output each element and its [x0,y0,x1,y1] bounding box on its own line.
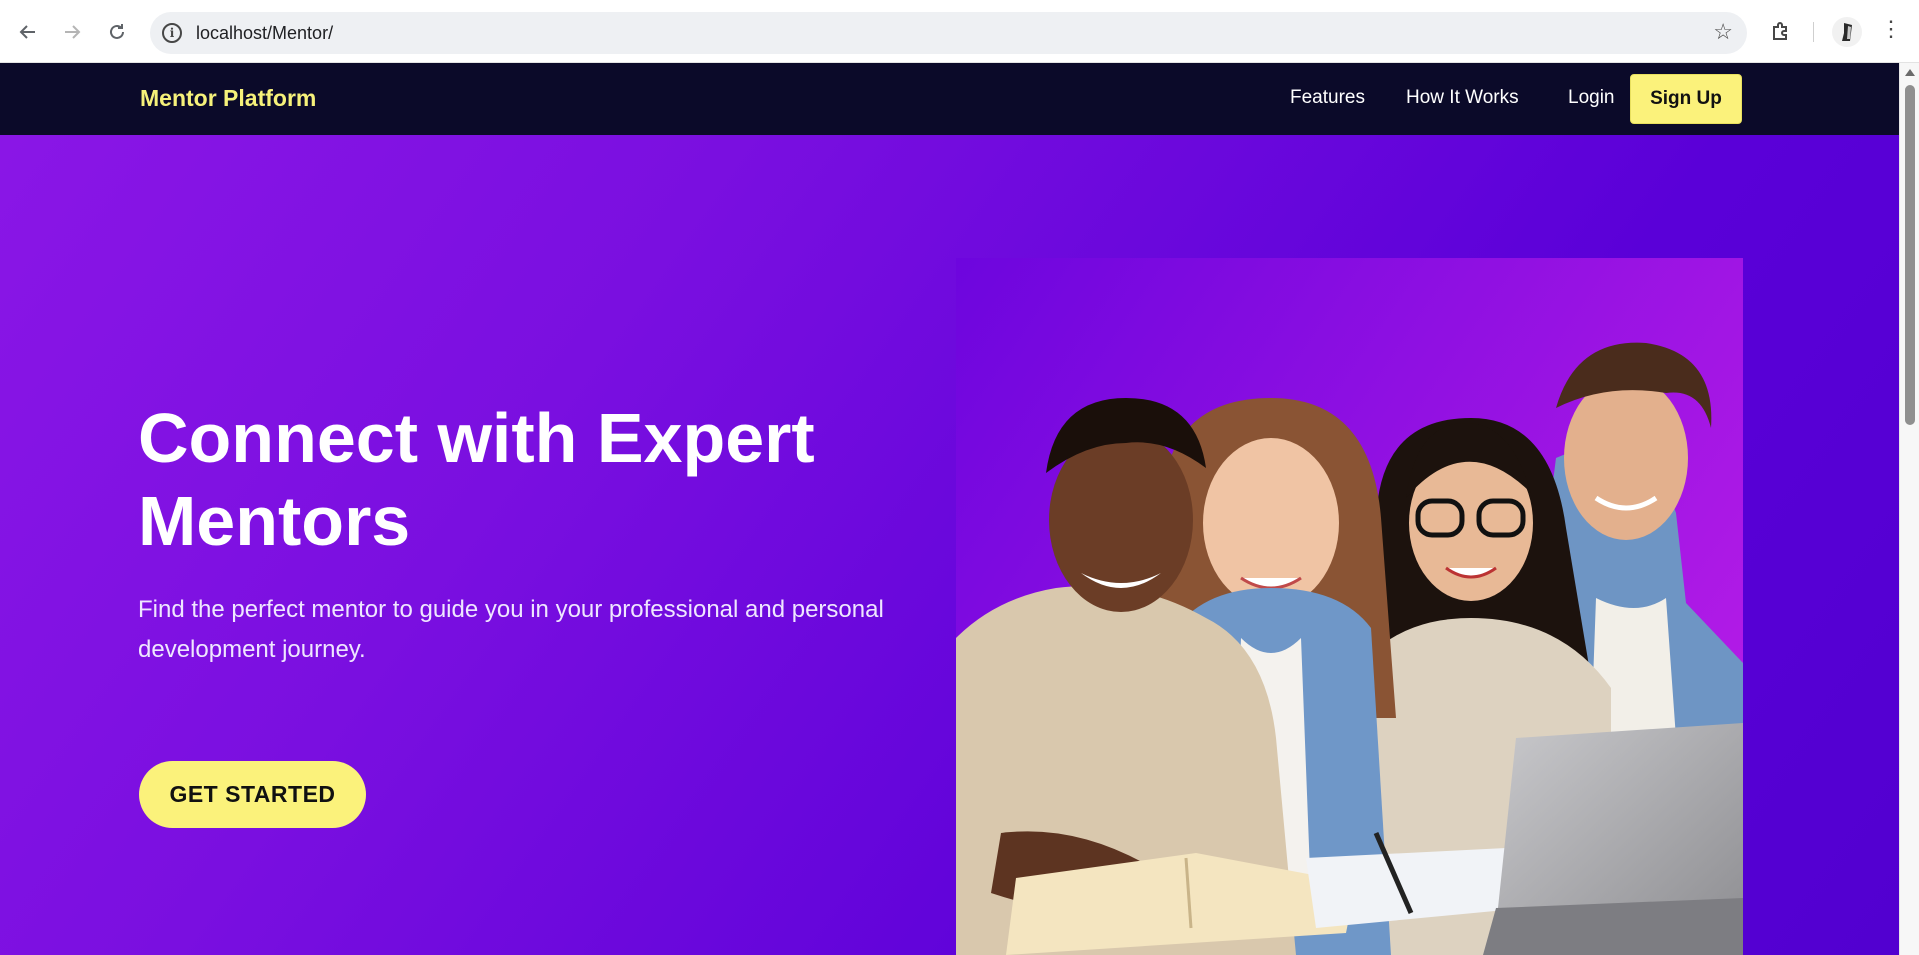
bookmark-star-icon[interactable]: ☆ [1713,19,1733,45]
forward-icon[interactable] [57,17,87,47]
nav-link-how-it-works[interactable]: How It Works [1406,87,1519,109]
hero-title: Connect with Expert Mentors [138,397,898,563]
brand-logo[interactable]: Mentor Platform [140,85,316,112]
get-started-button[interactable]: GET STARTED [139,761,366,828]
profile-avatar[interactable] [1832,17,1862,47]
hero-title-line-2: Mentors [138,482,411,560]
hero-subtitle: Find the perfect mentor to guide you in … [138,590,918,670]
toolbar-divider [1813,22,1814,42]
extensions-icon[interactable] [1766,16,1796,46]
nav-link-login[interactable]: Login [1568,87,1615,109]
hero-subtitle-line-2: development journey. [138,636,366,663]
page-scrollbar[interactable] [1899,63,1919,955]
url-text[interactable]: localhost/Mentor/ [196,23,333,44]
site-info-icon[interactable]: i [162,23,182,43]
browser-menu-icon[interactable]: ⋮ [1880,16,1902,42]
address-bar[interactable]: i localhost/Mentor/ ☆ [150,12,1747,54]
scroll-up-icon[interactable] [1905,69,1915,76]
reload-icon[interactable] [102,17,132,47]
browser-toolbar: i localhost/Mentor/ ☆ ⋮ [0,0,1919,63]
page-viewport: Mentor Platform Features How It Works Lo… [0,63,1899,955]
nav-link-features[interactable]: Features [1290,87,1365,109]
site-navbar: Mentor Platform Features How It Works Lo… [0,63,1899,135]
signup-button[interactable]: Sign Up [1630,74,1742,124]
hero-subtitle-line-1: Find the perfect mentor to guide you in … [138,596,884,623]
students-hero-image [956,258,1743,955]
hero-section: Connect with Expert Mentors Find the per… [0,135,1899,955]
hero-title-line-1: Connect with Expert [138,399,815,477]
back-icon[interactable] [13,17,43,47]
scrollbar-thumb[interactable] [1905,85,1915,425]
